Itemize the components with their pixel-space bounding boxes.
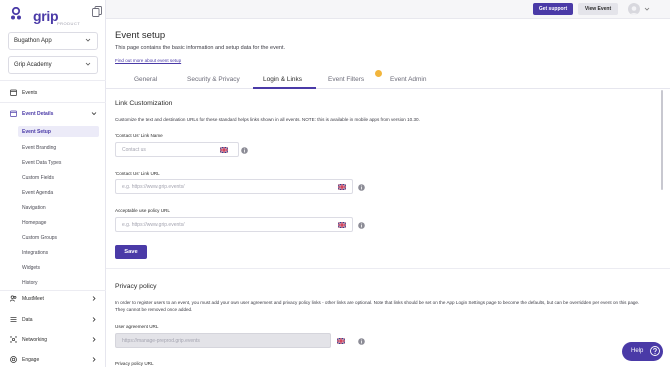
view-event-button[interactable]: View Event (578, 3, 618, 15)
notification-dot (375, 70, 382, 77)
uk-flag-icon[interactable] (220, 147, 228, 153)
contact-link-name-placeholder: Contact us (122, 147, 146, 153)
tab-bar: General Security & Privacy Login & Links… (106, 72, 670, 89)
aup-url-label: Acceptable use policy URL (115, 208, 170, 213)
logo-subtext: PRODUCT (57, 21, 81, 26)
tab-event-filters[interactable]: Event Filters (328, 76, 364, 83)
uk-flag-icon[interactable] (337, 338, 345, 344)
chevron-down-icon[interactable] (644, 6, 650, 12)
sidebar-subitem-integrations[interactable]: Integrations (22, 250, 48, 256)
sidebar-item-event-details[interactable]: Event Details (0, 107, 106, 121)
user-icon (629, 6, 639, 15)
uk-flag-icon[interactable] (338, 184, 346, 190)
privacy-policy-title: Privacy policy (115, 283, 157, 290)
people-icon (10, 295, 17, 302)
sidebar-subitem-custom-fields[interactable]: Custom Fields (22, 175, 54, 181)
sidebar-item-engage[interactable]: Engage (0, 353, 106, 367)
logo-text: grip (33, 8, 59, 24)
event-setup-help-link[interactable]: Find out more about event setup (115, 58, 181, 63)
sidebar-item-data[interactable]: Data (0, 313, 106, 327)
grip-logo[interactable]: grip PRODUCT (10, 5, 80, 26)
sidebar-divider (0, 290, 106, 291)
sidebar-item-label: MustMeet (22, 296, 44, 302)
sidebar-item-networking[interactable]: Networking (0, 333, 106, 347)
sidebar-item-label: Event Details (22, 111, 54, 117)
sidebar-subitem-widgets[interactable]: Widgets (22, 265, 40, 271)
contact-link-name-field[interactable]: Contact us (115, 142, 239, 157)
chevron-down-icon (85, 38, 91, 42)
chevron-down-icon (85, 62, 91, 66)
aup-url-field[interactable]: e.g. https://www.grip.events/ (115, 217, 353, 232)
help-button[interactable]: Help (622, 342, 663, 361)
link-customization-title: Link Customization (115, 100, 173, 107)
network-icon (10, 336, 17, 343)
tab-security-privacy[interactable]: Security & Privacy (187, 76, 240, 83)
sidebar-item-label: Data (22, 317, 33, 323)
sidebar-subitem-event-agenda[interactable]: Event Agenda (22, 190, 53, 196)
list-icon (10, 317, 17, 322)
page-title: Event setup (115, 30, 166, 41)
section-divider (106, 268, 670, 269)
contact-link-url-label: 'Contact Us' Link URL (115, 171, 160, 176)
sidebar-item-events[interactable]: Events (0, 86, 106, 100)
page-description: This page contains the basic information… (115, 45, 285, 51)
aup-url-placeholder: e.g. https://www.grip.events/ (122, 222, 185, 228)
scrollbar[interactable] (661, 90, 663, 190)
chevron-right-icon (92, 317, 96, 322)
info-icon[interactable] (358, 184, 365, 191)
get-support-button[interactable]: Get support (533, 3, 573, 15)
top-bar: Get support View Event (106, 0, 670, 19)
privacy-policy-description: In order to register users to an event, … (115, 300, 640, 313)
calendar-icon (10, 110, 17, 117)
sidebar-subitem-navigation[interactable]: Navigation (22, 205, 46, 211)
sidebar-subitem-custom-groups[interactable]: Custom Groups (22, 235, 57, 241)
calendar-icon (10, 89, 17, 96)
info-icon[interactable] (241, 147, 248, 154)
main-content: Event setup This page contains the basic… (106, 20, 670, 367)
question-icon (650, 346, 660, 356)
user-agreement-field[interactable]: https://manage-preprod.grip.events (115, 333, 331, 348)
tab-login-links[interactable]: Login & Links (263, 76, 302, 83)
sidebar-divider (0, 80, 106, 81)
chevron-right-icon (92, 296, 96, 301)
avatar[interactable] (628, 3, 640, 15)
privacy-url-label: Privacy policy URL (115, 361, 154, 366)
sidebar-subitem-event-data-types[interactable]: Event Data Types (22, 160, 61, 166)
save-button[interactable]: Save (115, 245, 147, 259)
contact-link-name-label: 'Contact Us' Link Name (115, 133, 163, 138)
active-tab-indicator (253, 87, 316, 89)
app-select-value: Bugathon App (14, 38, 52, 44)
sidebar-subitem-event-setup[interactable]: Event Setup (18, 126, 99, 137)
chevron-right-icon (92, 357, 96, 362)
user-agreement-label: User agreement URL (115, 324, 159, 329)
user-agreement-value: https://manage-preprod.grip.events (122, 338, 200, 344)
grip-logo-icon (11, 7, 21, 20)
info-icon[interactable] (358, 338, 365, 345)
sidebar-subitem-homepage[interactable]: Homepage (22, 220, 46, 226)
app-select[interactable]: Bugathon App (8, 32, 98, 50)
sidebar-item-label: Events (22, 90, 38, 96)
sidebar-divider (0, 102, 106, 103)
tab-event-admin[interactable]: Event Admin (390, 76, 427, 83)
help-label: Help (631, 348, 644, 354)
academy-select-value: Grip Academy (14, 62, 52, 68)
chevron-down-icon (91, 112, 97, 116)
uk-flag-icon[interactable] (338, 222, 346, 228)
sidebar: grip PRODUCT Bugathon App Grip Academy E… (0, 0, 106, 367)
academy-select[interactable]: Grip Academy (8, 56, 98, 74)
sidebar-subitem-event-branding[interactable]: Event Branding (22, 145, 56, 151)
sidebar-item-label: Networking (22, 337, 48, 343)
copy-icon[interactable] (92, 6, 102, 17)
link-customization-description: Customize the text and destination URLs … (115, 117, 420, 122)
sidebar-item-label: Engage (22, 357, 40, 363)
target-icon (10, 356, 17, 363)
tab-general[interactable]: General (134, 76, 157, 83)
sidebar-subitem-history[interactable]: History (22, 280, 38, 286)
chevron-right-icon (92, 337, 96, 342)
info-icon[interactable] (358, 222, 365, 229)
contact-link-url-placeholder: e.g. https://www.grip.events/ (122, 184, 185, 190)
contact-link-url-field[interactable]: e.g. https://www.grip.events/ (115, 179, 353, 194)
sidebar-item-mustmeet[interactable]: MustMeet (0, 292, 106, 306)
